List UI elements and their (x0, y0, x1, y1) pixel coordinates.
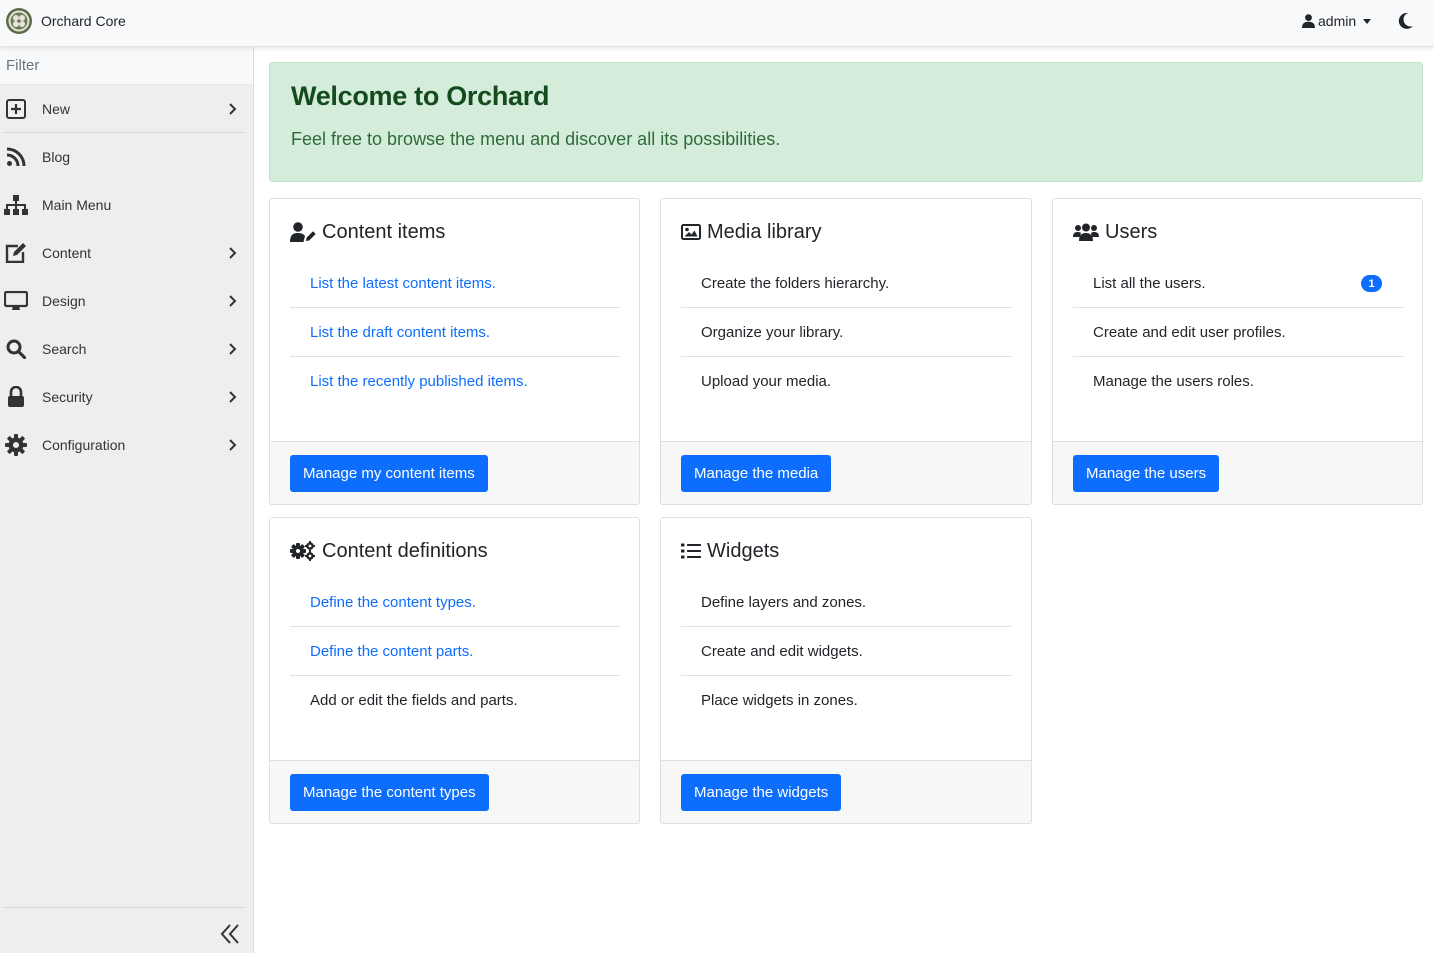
cog-icon (4, 434, 28, 456)
user-name: admin (1318, 13, 1357, 29)
sidebar-item-configuration[interactable]: Configuration (0, 421, 253, 469)
card-title-text: Widgets (707, 539, 780, 562)
edit-icon (4, 243, 28, 263)
sidebar-menu: New Blog Main Menu Content Design Search… (0, 85, 253, 469)
list-item: Create the folders hierarchy. (681, 259, 1011, 308)
user-edit-icon (290, 222, 316, 242)
card-title-text: Content items (322, 220, 446, 243)
card-footer: Manage the widgets (661, 760, 1031, 823)
welcome-title: Welcome to Orchard (291, 81, 550, 111)
sidebar-item-label: Search (42, 341, 87, 357)
search-icon (4, 339, 28, 359)
card-footer: Manage the users (1053, 441, 1422, 504)
sidebar-item-label: New (42, 101, 71, 117)
card-widgets: Widgets Define layers and zones. Create … (660, 517, 1032, 824)
welcome-alert: Welcome to Orchard Feel free to browse t… (269, 62, 1423, 182)
list-item: Organize your library. (681, 308, 1011, 357)
card-footer: Manage the media (661, 441, 1031, 504)
chevron-right-icon (229, 439, 237, 451)
cogs-icon (290, 541, 315, 561)
card-list: Create the folders hierarchy. Organize y… (681, 259, 1011, 406)
card-footer: Manage the content types (270, 760, 639, 823)
sitemap-icon (4, 195, 28, 215)
card-list: List all the users. 1 Create and edit us… (1073, 259, 1403, 406)
list-item: Manage the users roles. (1093, 373, 1254, 390)
card-title: Content definitions (290, 538, 488, 564)
manage-users-button[interactable]: Manage the users (1073, 455, 1220, 492)
list-icon (681, 543, 701, 559)
filter-input[interactable] (0, 47, 253, 85)
card-title: Users (1073, 219, 1157, 245)
brand-name: Orchard Core (41, 13, 126, 29)
sidebar-item-label: Content (42, 245, 92, 261)
user-menu[interactable]: admin (1302, 12, 1372, 30)
sidebar-item-main-menu[interactable]: Main Menu (0, 181, 253, 229)
welcome-subtitle: Feel free to browse the menu and discove… (291, 129, 781, 149)
card-list: Define the content types. Define the con… (290, 578, 620, 725)
lock-icon (4, 386, 28, 407)
list-latest-content-items-link[interactable]: List the latest content items. (290, 259, 620, 308)
image-icon (681, 224, 701, 240)
sidebar-item-label: Design (42, 293, 86, 309)
card-title-text: Media library (707, 220, 822, 243)
moon-icon[interactable] (1398, 12, 1414, 30)
manage-content-items-button[interactable]: Manage my content items (290, 455, 488, 492)
card-users: Users List all the users. 1 Create and e… (1052, 198, 1423, 505)
list-recently-published-link[interactable]: List the recently published items. (290, 357, 620, 406)
list-draft-content-items-link[interactable]: List the draft content items. (290, 308, 620, 357)
card-title-text: Users (1105, 220, 1158, 243)
sidebar-item-content[interactable]: Content (0, 229, 253, 277)
list-item: Add or edit the fields and parts. (310, 692, 518, 709)
orchard-logo-icon (6, 8, 32, 34)
define-content-types-link[interactable]: Define the content types. (290, 578, 620, 627)
card-title: Content items (290, 219, 445, 245)
manage-content-types-button[interactable]: Manage the content types (290, 774, 489, 811)
sidebar: New Blog Main Menu Content (0, 47, 254, 953)
card-content-definitions: Content definitions Define the content t… (269, 517, 640, 824)
manage-media-button[interactable]: Manage the media (681, 455, 832, 492)
chevron-right-icon (229, 103, 237, 115)
users-count-badge: 1 (1361, 275, 1382, 292)
sidebar-footer-divider (4, 907, 244, 908)
card-media-library: Media library Create the folders hierarc… (660, 198, 1032, 505)
card-footer: Manage my content items (270, 441, 639, 504)
sidebar-item-label: Security (42, 389, 93, 405)
sidebar-item-new[interactable]: New (0, 85, 253, 133)
list-item: Upload your media. (701, 373, 832, 390)
chevron-right-icon (229, 295, 237, 307)
list-item: Define layers and zones. (681, 578, 1011, 627)
brand[interactable]: Orchard Core (5, 7, 126, 35)
sidebar-item-blog[interactable]: Blog (0, 133, 253, 181)
manage-widgets-button[interactable]: Manage the widgets (681, 774, 842, 811)
define-content-parts-link[interactable]: Define the content parts. (290, 627, 620, 676)
plus-square-icon (4, 99, 28, 119)
chevron-right-icon (229, 391, 237, 403)
sidebar-item-label: Blog (42, 149, 71, 165)
sidebar-item-search[interactable]: Search (0, 325, 253, 373)
card-content-items: Content items List the latest content it… (269, 198, 640, 505)
card-list: List the latest content items. List the … (290, 259, 620, 406)
chevron-right-icon (229, 247, 237, 259)
list-item: Create and edit user profiles. (1073, 308, 1403, 357)
list-item: List all the users. 1 (1073, 259, 1403, 308)
card-list: Define layers and zones. Create and edit… (681, 578, 1011, 725)
card-title: Media library (681, 219, 821, 245)
card-title: Widgets (681, 538, 779, 564)
users-icon (1073, 223, 1099, 241)
rss-icon (4, 147, 28, 167)
sidebar-item-label: Configuration (42, 437, 126, 453)
list-item: Create and edit widgets. (681, 627, 1011, 676)
caret-down-icon (1363, 18, 1372, 24)
top-navbar: Orchard Core admin (0, 0, 1434, 47)
list-item: Place widgets in zones. (701, 692, 858, 709)
double-chevron-left-icon[interactable] (220, 923, 240, 945)
list-item-text: List all the users. (1093, 274, 1206, 292)
sidebar-item-security[interactable]: Security (0, 373, 253, 421)
chevron-right-icon (229, 343, 237, 355)
sidebar-item-design[interactable]: Design (0, 277, 253, 325)
card-title-text: Content definitions (322, 539, 488, 562)
desktop-icon (4, 291, 28, 311)
user-icon (1302, 14, 1315, 28)
sidebar-item-label: Main Menu (42, 197, 112, 213)
